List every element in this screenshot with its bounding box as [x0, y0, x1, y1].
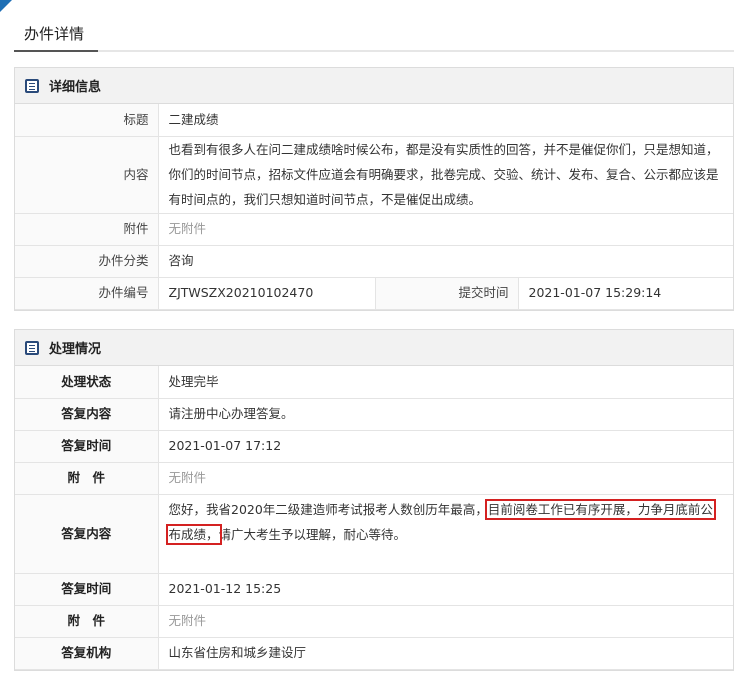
- title-value: 二建成绩: [157, 104, 733, 137]
- reply-row-1: 答复内容 请注册中心办理答复。: [15, 397, 733, 431]
- title-label: 标题: [15, 104, 159, 137]
- content-label: 内容: [15, 135, 159, 214]
- reply-time-value-2: 2021-01-12 15:25: [157, 572, 733, 606]
- org-row: 答复机构 山东省住房和城乡建设厅: [15, 636, 733, 670]
- attachment-label: 附件: [15, 212, 159, 246]
- attachment-label-1: 附 件: [15, 461, 159, 495]
- category-label: 办件分类: [15, 244, 159, 278]
- reply-text-part-2: 请广大考生予以理解，耐心等待。: [218, 526, 407, 542]
- highlighted-text-2-comma: ，: [206, 526, 219, 542]
- detail-row-attachment: 附件 无附件: [15, 212, 733, 246]
- reply-time-label-2: 答复时间: [15, 572, 159, 606]
- reply-time-value-1: 2021-01-07 17:12: [157, 429, 733, 463]
- details-panel-header: 详细信息: [15, 68, 733, 104]
- reply-value-1: 请注册中心办理答复。: [157, 397, 733, 431]
- number-value: ZJTWSZX20210102470: [157, 276, 376, 310]
- reply-value-2: 您好，我省2020年二级建造师考试报考人数创历年最高，目前阅卷工作已有序开展，力…: [157, 493, 733, 574]
- content-value: 也看到有很多人在问二建成绩啥时候公布，都是没有实质性的回答，并不是催促你们，只是…: [157, 135, 733, 214]
- status-row: 处理状态 处理完毕: [15, 366, 733, 399]
- detail-row-number: 办件编号 ZJTWSZX20210102470 提交时间 2021-01-07 …: [15, 276, 733, 310]
- page-header: 办件详情: [14, 18, 734, 52]
- org-value: 山东省住房和城乡建设厅: [157, 636, 733, 670]
- page-title: 办件详情: [14, 18, 99, 52]
- processing-table: 处理状态 处理完毕 答复内容 请注册中心办理答复。 答复时间 2021-01-0…: [15, 366, 733, 670]
- reply-row-2: 答复内容 您好，我省2020年二级建造师考试报考人数创历年最高，目前阅卷工作已有…: [15, 493, 733, 574]
- processing-panel-header: 处理情况: [15, 330, 733, 366]
- highlighted-text-1: 目前阅卷工作已有序开展，力争月底前公: [484, 498, 716, 520]
- reply-time-row-1: 答复时间 2021-01-07 17:12: [15, 429, 733, 463]
- number-label: 办件编号: [15, 276, 159, 310]
- submit-time-label: 提交时间: [374, 276, 519, 310]
- reply-label-2: 答复内容: [15, 493, 159, 574]
- status-label: 处理状态: [15, 366, 159, 399]
- category-value: 咨询: [157, 244, 733, 278]
- reply-time-label-1: 答复时间: [15, 429, 159, 463]
- details-section-title: 详细信息: [49, 80, 102, 95]
- detail-row-title: 标题 二建成绩: [15, 104, 733, 137]
- org-label: 答复机构: [15, 636, 159, 670]
- processing-panel: 处理情况 处理状态 处理完毕 答复内容 请注册中心办理答复。 答复时间 2021…: [14, 329, 734, 671]
- submit-time-value: 2021-01-07 15:29:14: [517, 276, 733, 310]
- status-value: 处理完毕: [157, 366, 733, 399]
- reply-time-row-2: 答复时间 2021-01-12 15:25: [15, 572, 733, 606]
- attachment-value-2: 无附件: [157, 604, 733, 638]
- attachment-row-1: 附 件 无附件: [15, 461, 733, 495]
- attachment-row-2: 附 件 无附件: [15, 604, 733, 638]
- corner-decoration: [0, 0, 12, 12]
- attachment-label-2: 附 件: [15, 604, 159, 638]
- reply-text-part-1: 您好，我省2020年二级建造师考试报考人数创历年最高，: [168, 501, 488, 517]
- reply-label-1: 答复内容: [15, 397, 159, 431]
- processing-section-title: 处理情况: [49, 342, 102, 357]
- list-icon: [25, 78, 39, 93]
- list-icon: [25, 340, 39, 355]
- detail-row-category: 办件分类 咨询: [15, 244, 733, 278]
- attachment-value-1: 无附件: [157, 461, 733, 495]
- highlighted-text-2-words: 布成绩: [168, 526, 207, 542]
- attachment-value: 无附件: [157, 212, 733, 246]
- detail-row-content: 内容 也看到有很多人在问二建成绩啥时候公布，都是没有实质性的回答，并不是催促你们…: [15, 135, 733, 214]
- highlighted-text-2: 布成绩，: [165, 523, 222, 545]
- details-panel: 详细信息 标题 二建成绩 内容 也看到有很多人在问二建成绩啥时候公布，都是没有实…: [14, 67, 734, 311]
- details-table: 标题 二建成绩 内容 也看到有很多人在问二建成绩啥时候公布，都是没有实质性的回答…: [15, 104, 733, 310]
